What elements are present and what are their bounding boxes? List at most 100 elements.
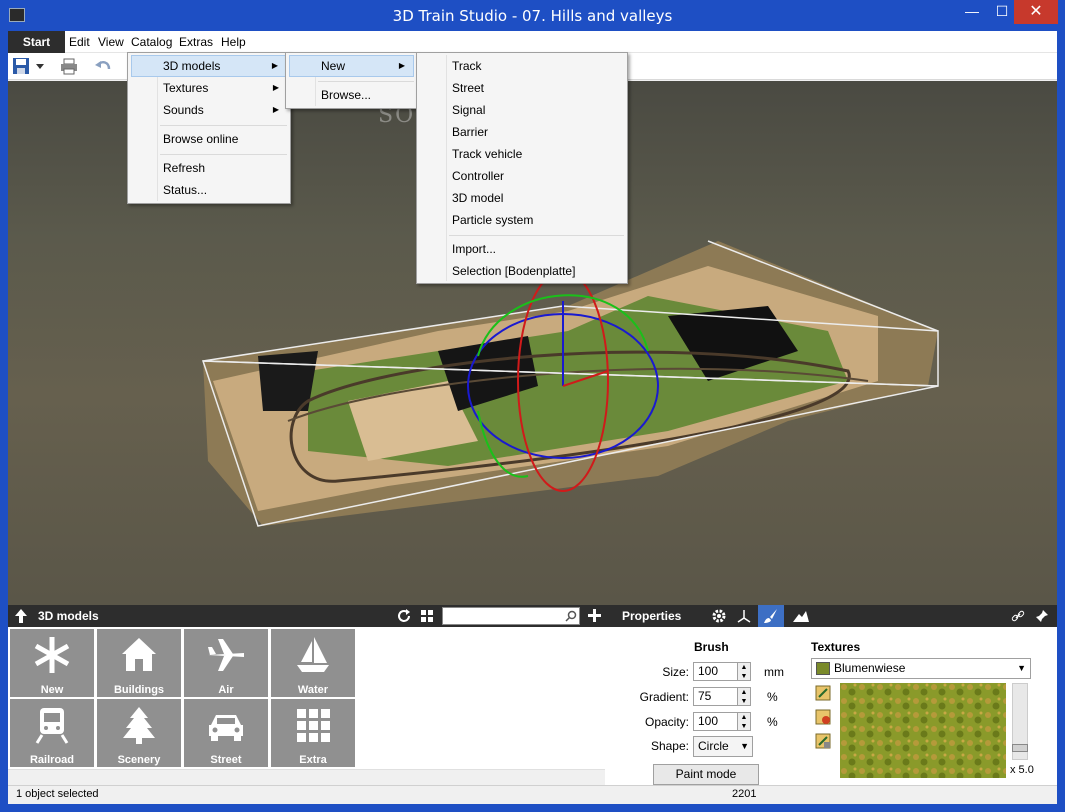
properties-title: Properties	[622, 609, 682, 623]
grid-icon	[297, 709, 330, 742]
size-spinner[interactable]: ▲ ▼	[737, 662, 751, 681]
menu-item-refresh[interactable]: Refresh	[131, 157, 287, 179]
menu-item-controller[interactable]: Controller	[420, 165, 624, 187]
tile-railroad[interactable]: Railroad	[10, 699, 94, 767]
menu-item-import[interactable]: Import...	[420, 238, 624, 260]
minimize-button[interactable]: —	[955, 0, 989, 24]
tile-buildings[interactable]: Buildings	[97, 629, 181, 697]
tile-extra[interactable]: Extra	[271, 699, 355, 767]
title-bar: 3D Train Studio - 07. Hills and valleys …	[0, 0, 1065, 31]
gradient-unit: %	[767, 690, 778, 704]
search-icon[interactable]	[565, 610, 577, 622]
train-icon	[35, 708, 69, 744]
undo-icon[interactable]	[94, 57, 112, 75]
menu-separator	[160, 154, 287, 155]
airplane-icon	[208, 639, 244, 671]
shape-label: Shape:	[650, 739, 689, 753]
menu-help[interactable]: Help	[221, 31, 246, 53]
menu-item-new[interactable]: New ▶	[289, 55, 414, 77]
paint-mode-button[interactable]: Paint mode	[653, 764, 759, 785]
texture-select-value: Blumenwiese	[834, 661, 906, 675]
submenu-arrow-icon: ▶	[271, 61, 278, 70]
tile-scenery[interactable]: Scenery	[97, 699, 181, 767]
submenu-arrow-icon: ▶	[398, 61, 405, 70]
up-arrow-icon[interactable]	[14, 608, 28, 624]
save-icon[interactable]	[12, 57, 30, 75]
pin-icon[interactable]	[1035, 609, 1049, 623]
submenu-arrow-icon: ▶	[272, 105, 279, 114]
3d-models-submenu: New ▶ Browse...	[285, 52, 418, 109]
menu-extras[interactable]: Extras	[179, 31, 213, 53]
texture-select[interactable]: Blumenwiese ▼	[811, 658, 1031, 679]
edit-texture-icon[interactable]	[815, 685, 831, 701]
opacity-unit: %	[767, 715, 778, 729]
brush-heading: Brush	[694, 640, 729, 654]
menu-item-browse[interactable]: Browse...	[289, 84, 414, 106]
menu-view[interactable]: View	[98, 31, 124, 53]
grid-view-icon[interactable]	[420, 609, 434, 623]
menu-item-3d-models[interactable]: 3D models ▶	[131, 55, 287, 77]
menu-catalog[interactable]: Catalog	[131, 31, 172, 53]
car-icon	[209, 715, 243, 741]
tile-air-label: Air	[218, 684, 234, 696]
shape-select[interactable]: Circle ▼	[693, 736, 753, 757]
menu-item-sounds[interactable]: Sounds ▶	[131, 99, 287, 121]
menu-edit[interactable]: Edit	[69, 31, 90, 53]
menu-item-browse-online[interactable]: Browse online	[131, 128, 287, 150]
maximize-button[interactable]: ☐	[989, 0, 1015, 24]
menu-item-track-vehicle[interactable]: Track vehicle	[420, 143, 624, 165]
menu-item-street[interactable]: Street	[420, 77, 624, 99]
tree-icon	[123, 707, 155, 744]
status-count: 2201	[732, 788, 757, 800]
tile-new[interactable]: New	[10, 629, 94, 697]
tile-extra-label: Extra	[299, 754, 327, 766]
window-title: 3D Train Studio - 07. Hills and valleys	[392, 7, 673, 25]
texture-settings-icon[interactable]	[815, 733, 831, 749]
tile-water[interactable]: Water	[271, 629, 355, 697]
horizontal-scrollbar[interactable]	[8, 769, 605, 785]
menu-item-status[interactable]: Status...	[131, 179, 287, 201]
brush-tab[interactable]	[758, 605, 784, 627]
models-search-input[interactable]	[442, 607, 580, 625]
app-client: Start Edit View Catalog Extras Help 3D m…	[8, 31, 1057, 804]
tile-buildings-label: Buildings	[113, 684, 165, 696]
tile-street-label: Street	[210, 754, 242, 766]
status-selection: 1 object selected	[16, 788, 99, 800]
gradient-label: Gradient:	[639, 690, 689, 704]
texture-zoom-slider[interactable]	[1012, 683, 1028, 760]
texture-preview	[840, 683, 1006, 778]
tile-air[interactable]: Air	[184, 629, 268, 697]
add-icon[interactable]	[587, 608, 602, 623]
chevron-down-icon: ▼	[740, 741, 749, 751]
start-menu-button[interactable]: Start	[8, 31, 65, 53]
terrain-icon[interactable]	[792, 609, 810, 623]
opacity-spinner[interactable]: ▲ ▼	[737, 712, 751, 731]
slider-thumb[interactable]	[1012, 744, 1028, 752]
remove-texture-icon[interactable]	[815, 709, 831, 725]
models-catalog-panel: New Buildings Air Water Railroad Scenery…	[8, 627, 605, 785]
axes-icon[interactable]	[736, 608, 752, 624]
menu-item-sounds-label: Sounds	[163, 103, 204, 117]
gear-icon[interactable]	[711, 608, 727, 624]
menu-item-selection[interactable]: Selection [Bodenplatte]	[420, 260, 624, 282]
menu-item-track[interactable]: Track	[420, 55, 624, 77]
textures-heading: Textures	[811, 640, 861, 654]
menu-item-signal[interactable]: Signal	[420, 99, 624, 121]
refresh-icon[interactable]	[397, 609, 411, 623]
menu-item-3d-model[interactable]: 3D model	[420, 187, 624, 209]
brush-icon	[764, 609, 777, 623]
size-unit: mm	[764, 665, 784, 679]
menu-item-barrier[interactable]: Barrier	[420, 121, 624, 143]
tile-railroad-label: Railroad	[29, 754, 74, 766]
link-icon[interactable]	[1011, 609, 1025, 623]
menu-item-particle-system[interactable]: Particle system	[420, 209, 624, 231]
tile-street[interactable]: Street	[184, 699, 268, 767]
gradient-spinner[interactable]: ▲ ▼	[737, 687, 751, 706]
chevron-down-icon: ▼	[1017, 663, 1026, 673]
close-button[interactable]: ✕	[1014, 0, 1058, 24]
print-icon[interactable]	[60, 57, 78, 75]
save-dropdown-icon[interactable]	[34, 57, 46, 75]
menu-item-new-label: New	[321, 59, 346, 73]
menu-item-textures[interactable]: Textures ▶	[131, 77, 287, 99]
size-label: Size:	[662, 665, 689, 679]
